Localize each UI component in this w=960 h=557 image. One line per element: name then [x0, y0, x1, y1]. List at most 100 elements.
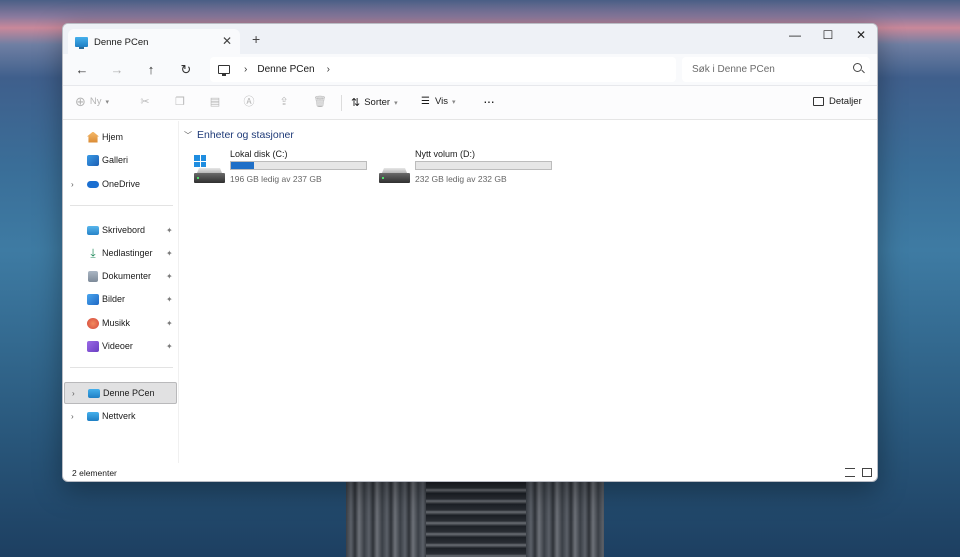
sort-label: Sorter — [364, 97, 391, 108]
maximize-button[interactable]: ☐ — [813, 28, 843, 42]
sidebar-item-gallery[interactable]: Galleri — [63, 150, 176, 170]
sidebar-item-videos[interactable]: Videoer ✦ — [63, 336, 176, 356]
wallpaper-dock — [346, 482, 604, 557]
details-button[interactable]: Detaljer — [813, 96, 862, 107]
sidebar-item-label: OneDrive — [102, 179, 141, 189]
new-label: Ny — [89, 96, 102, 107]
hard-drive-icon — [194, 155, 225, 185]
group-header-devices[interactable]: ﹀ Enheter og stasjoner — [184, 129, 294, 141]
sort-button[interactable]: ⇅ Sorter ▾ — [351, 96, 398, 109]
this-pc-icon — [88, 388, 100, 398]
onedrive-icon — [87, 181, 99, 188]
add-icon: ⊕ — [75, 93, 86, 109]
sidebar-item-label: Musikk — [102, 318, 131, 328]
group-title: Enheter og stasjoner — [197, 129, 294, 141]
sidebar-item-label: Galleri — [102, 155, 129, 165]
share-icon[interactable]: ⇪ — [278, 96, 290, 108]
search-input[interactable]: Søk i Denne PCen — [692, 64, 775, 75]
pin-icon[interactable]: ✦ — [166, 342, 173, 351]
chevron-down-icon: ▾ — [105, 98, 110, 106]
sidebar-item-label: Bilder — [102, 294, 126, 304]
drive-name: Nytt volum (D:) — [415, 149, 476, 159]
sidebar-item-label: Denne PCen — [103, 388, 155, 398]
drive-usage-fill — [231, 162, 254, 169]
copy-icon[interactable]: ❐ — [174, 96, 186, 108]
sidebar-item-label: Nettverk — [102, 411, 136, 421]
drive-free-space: 196 GB ledig av 237 GB — [230, 174, 322, 184]
search-box[interactable]: Søk i Denne PCen — [682, 57, 870, 82]
breadcrumb-separator[interactable]: › — [244, 64, 247, 75]
forward-button[interactable]: → — [109, 62, 125, 77]
monitor-icon — [75, 37, 88, 49]
sidebar-item-documents[interactable]: Dokumenter ✦ — [63, 266, 176, 286]
delete-icon[interactable]: 🗑 — [313, 96, 327, 108]
sidebar-item-music[interactable]: Musikk ✦ — [63, 313, 176, 333]
up-button[interactable]: ↑ — [143, 62, 159, 77]
tab-close-icon[interactable]: ✕ — [222, 34, 232, 48]
view-icon: ☰ — [421, 96, 430, 107]
drive-usage-bar — [415, 161, 552, 170]
pin-icon[interactable]: ✦ — [166, 226, 173, 235]
chevron-down-icon[interactable]: ﹀ — [184, 130, 192, 141]
back-button[interactable]: ← — [74, 62, 90, 77]
new-tab-button[interactable]: + — [252, 32, 260, 46]
chevron-right-icon[interactable]: › — [72, 389, 75, 398]
sidebar-item-this-pc[interactable]: › Denne PCen — [64, 382, 177, 404]
details-pane-icon — [813, 97, 824, 106]
tab-this-pc[interactable]: Denne PCen ✕ — [68, 29, 240, 55]
new-button[interactable]: ⊕ Ny ▾ — [75, 93, 110, 109]
details-label: Detaljer — [829, 96, 862, 107]
cut-icon[interactable]: ✂ — [139, 96, 151, 108]
pin-icon[interactable]: ✦ — [166, 319, 173, 328]
tiles-view-icon[interactable] — [862, 468, 872, 477]
download-icon: ⤓ — [90, 245, 96, 260]
breadcrumb-chevron[interactable]: › — [327, 64, 330, 75]
view-button[interactable]: ☰ Vis ▾ — [421, 96, 456, 107]
rename-icon[interactable]: Ⓐ — [243, 96, 255, 108]
sidebar-item-downloads[interactable]: ⤓ Nedlastinger ✦ — [63, 243, 176, 263]
address-bar[interactable]: › Denne PCen › — [210, 57, 676, 82]
close-button[interactable]: ✕ — [846, 28, 876, 42]
chevron-right-icon[interactable]: › — [71, 180, 74, 189]
status-bar: 2 elementer — [63, 463, 877, 481]
tab-title: Denne PCen — [94, 36, 149, 48]
pin-icon[interactable]: ✦ — [166, 272, 173, 281]
sidebar-item-label: Nedlastinger — [102, 248, 153, 258]
sidebar-item-label: Dokumenter — [102, 271, 152, 281]
minimize-button[interactable]: — — [780, 28, 810, 42]
drive-free-space: 232 GB ledig av 232 GB — [415, 174, 507, 184]
sidebar-item-network[interactable]: › Nettverk — [63, 406, 176, 426]
hard-drive-icon — [379, 155, 410, 185]
toolbar-divider — [341, 95, 342, 111]
search-icon[interactable] — [853, 63, 862, 72]
command-bar: ⊕ Ny ▾ ✂ ❐ ▤ Ⓐ ⇪ 🗑 ⇅ Sorter ▾ ☰ Vis ▾ ··… — [63, 86, 877, 120]
chevron-right-icon[interactable]: › — [71, 412, 74, 421]
navigation-bar: ← → ↑ ↻ › Denne PCen › Søk i Denne PCen — [63, 54, 877, 86]
title-bar: Denne PCen ✕ + — ☐ ✕ — [63, 24, 877, 55]
item-count: 2 elementer — [72, 468, 117, 478]
music-icon — [87, 317, 99, 329]
drive-usage-bar — [230, 161, 367, 170]
paste-icon[interactable]: ▤ — [209, 96, 221, 108]
drive-item-c[interactable]: Lokal disk (C:) 196 GB ledig av 237 GB — [194, 149, 374, 185]
sidebar-item-desktop[interactable]: Skrivebord ✦ — [63, 220, 176, 240]
chevron-down-icon: ▾ — [452, 98, 456, 106]
drive-item-d[interactable]: Nytt volum (D:) 232 GB ledig av 232 GB — [379, 149, 559, 185]
documents-icon — [88, 270, 98, 282]
view-label: Vis — [434, 96, 448, 107]
more-options-button[interactable]: ··· — [483, 93, 495, 109]
videos-icon — [87, 340, 99, 352]
breadcrumb-this-pc[interactable]: Denne PCen — [257, 64, 314, 75]
drive-name: Lokal disk (C:) — [230, 149, 288, 159]
details-view-icon[interactable] — [845, 468, 855, 477]
refresh-button[interactable]: ↻ — [178, 62, 194, 78]
desktop-icon — [87, 226, 99, 235]
windows-logo-icon — [194, 155, 206, 167]
sidebar-item-home[interactable]: Hjem — [63, 127, 176, 147]
sidebar-item-onedrive[interactable]: › OneDrive — [63, 174, 176, 194]
sidebar-item-label: Videoer — [102, 341, 133, 351]
sidebar-item-pictures[interactable]: Bilder ✦ — [63, 289, 176, 309]
pin-icon[interactable]: ✦ — [166, 249, 173, 258]
this-pc-icon — [218, 65, 230, 76]
pin-icon[interactable]: ✦ — [166, 295, 173, 304]
